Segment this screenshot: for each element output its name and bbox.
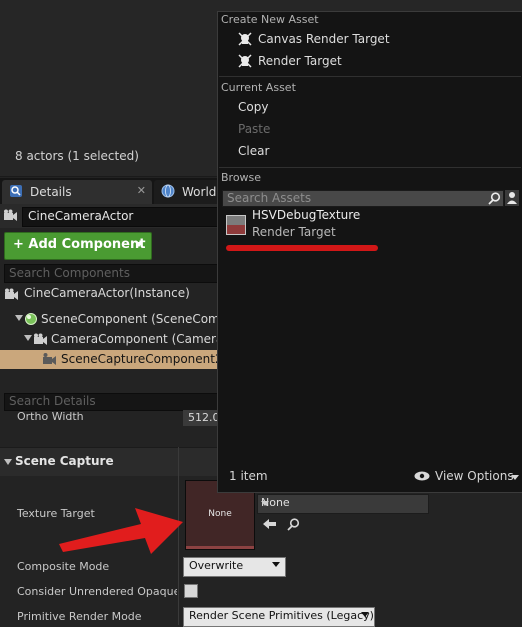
collapse-arrow-icon[interactable]: [4, 459, 12, 465]
asset-name: HSVDebugTexture: [252, 208, 361, 222]
menu-separator: [219, 76, 521, 77]
expand-arrow-icon[interactable]: [15, 315, 23, 321]
camera-icon: [34, 333, 47, 345]
chevron-down-icon: [511, 475, 519, 480]
eye-icon: [414, 471, 430, 481]
tree-item-label: SceneCaptureComponent2D: [61, 352, 232, 366]
current-asset-header: Current Asset: [221, 81, 296, 94]
globe-icon: [161, 184, 175, 198]
search-icon: [488, 192, 501, 205]
details-icon: [10, 185, 22, 197]
tree-item-label: CameraComponent (CameraCo: [51, 332, 240, 346]
asset-picker-menu: Create New Asset Canvas Render Target Re…: [217, 11, 522, 493]
camera-icon: [4, 209, 17, 221]
composite-mode-label: Composite Mode: [17, 560, 110, 573]
asset-list-item[interactable]: HSVDebugTexture Render Target: [218, 206, 521, 246]
texture-thumb-text: None: [208, 509, 232, 519]
component-tree: SceneComponent (SceneCompon CameraCompon…: [0, 310, 242, 372]
expand-arrow-icon[interactable]: [24, 335, 32, 341]
menu-separator: [219, 167, 521, 168]
tree-item-scene-component[interactable]: SceneComponent (SceneCompon: [0, 310, 242, 329]
chevron-down-icon: [272, 562, 280, 567]
chevron-down-icon: [261, 501, 269, 506]
texture-target-combo[interactable]: None: [257, 494, 429, 514]
tab-details[interactable]: Details ✕: [2, 180, 152, 204]
tab-world-settings[interactable]: World: [154, 180, 224, 204]
capture-camera-icon: [43, 353, 56, 365]
red-arrow-annotation: [59, 508, 183, 554]
browse-header: Browse: [221, 171, 262, 184]
scene-component-icon: [25, 313, 37, 325]
asset-thumbnail: [226, 215, 246, 235]
primitive-render-mode-value: Render Scene Primitives (Legacy): [189, 609, 374, 622]
instance-label: CineCameraActor(Instance): [24, 286, 190, 300]
menu-item-label: Canvas Render Target: [258, 32, 390, 46]
view-options-label: View Options: [435, 469, 514, 483]
tree-item-camera-component[interactable]: CameraComponent (CameraCo: [0, 330, 239, 349]
camera-icon: [5, 288, 18, 300]
search-assets-input[interactable]: Search Assets: [222, 190, 504, 207]
actor-name-text: CineCameraActor: [28, 209, 134, 223]
close-icon[interactable]: ✕: [137, 184, 146, 197]
menu-item-copy[interactable]: Copy: [238, 100, 268, 114]
asset-type: Render Target: [252, 225, 336, 239]
primitive-render-mode-select[interactable]: Render Scene Primitives (Legacy): [183, 607, 375, 627]
actors-count: 8 actors (1 selected): [15, 149, 139, 163]
chevron-down-icon: [361, 612, 369, 617]
ortho-width-input[interactable]: 512.0: [183, 410, 220, 426]
search-details-input[interactable]: Search Details: [4, 393, 220, 411]
composite-mode-value: Overwrite: [189, 559, 244, 572]
browse-search-icon[interactable]: [287, 518, 300, 531]
use-selected-arrow-icon[interactable]: [263, 518, 277, 530]
actor-name-field[interactable]: CineCameraActor: [22, 207, 220, 227]
search-components-input[interactable]: Search Components: [4, 264, 220, 283]
ortho-width-label: Ortho Width: [17, 410, 84, 423]
menu-item-paste[interactable]: Paste: [238, 122, 270, 136]
search-components-placeholder: Search Components: [9, 266, 130, 280]
red-underline-annotation: [226, 245, 378, 251]
item-count: 1 item: [229, 469, 268, 483]
tab-world-label: World: [182, 185, 217, 199]
add-component-button[interactable]: + Add Component: [4, 232, 152, 260]
menu-item-render-target[interactable]: Render Target: [218, 52, 521, 73]
unrendered-opaque-label: Consider Unrendered Opaque Pix: [17, 585, 177, 598]
thumbnail-color-bar: [186, 546, 254, 549]
tree-item-label: SceneComponent (SceneCompon: [41, 312, 243, 326]
render-target-icon: [238, 54, 252, 68]
view-options-button[interactable]: View Options: [414, 467, 520, 485]
composite-mode-select[interactable]: Overwrite: [183, 557, 286, 577]
search-details-placeholder: Search Details: [9, 394, 96, 408]
menu-item-canvas-render-target[interactable]: Canvas Render Target: [218, 30, 521, 51]
render-target-icon: [238, 32, 252, 46]
unrendered-opaque-checkbox[interactable]: [184, 584, 198, 598]
tab-details-label: Details: [30, 185, 72, 199]
add-component-label: + Add Component: [13, 237, 146, 252]
section-title: Scene Capture: [15, 454, 114, 468]
menu-item-clear[interactable]: Clear: [238, 144, 269, 158]
menu-item-label: Render Target: [258, 54, 342, 68]
primitive-render-mode-label: Primitive Render Mode: [17, 610, 142, 623]
ortho-width-value: 512.0: [188, 411, 220, 424]
user-filter-icon[interactable]: [505, 190, 519, 206]
search-assets-placeholder: Search Assets: [227, 191, 312, 205]
create-new-asset-header: Create New Asset: [221, 13, 319, 26]
tree-item-scene-capture[interactable]: SceneCaptureComponent2D: [0, 350, 232, 369]
chevron-down-icon: [135, 242, 143, 247]
